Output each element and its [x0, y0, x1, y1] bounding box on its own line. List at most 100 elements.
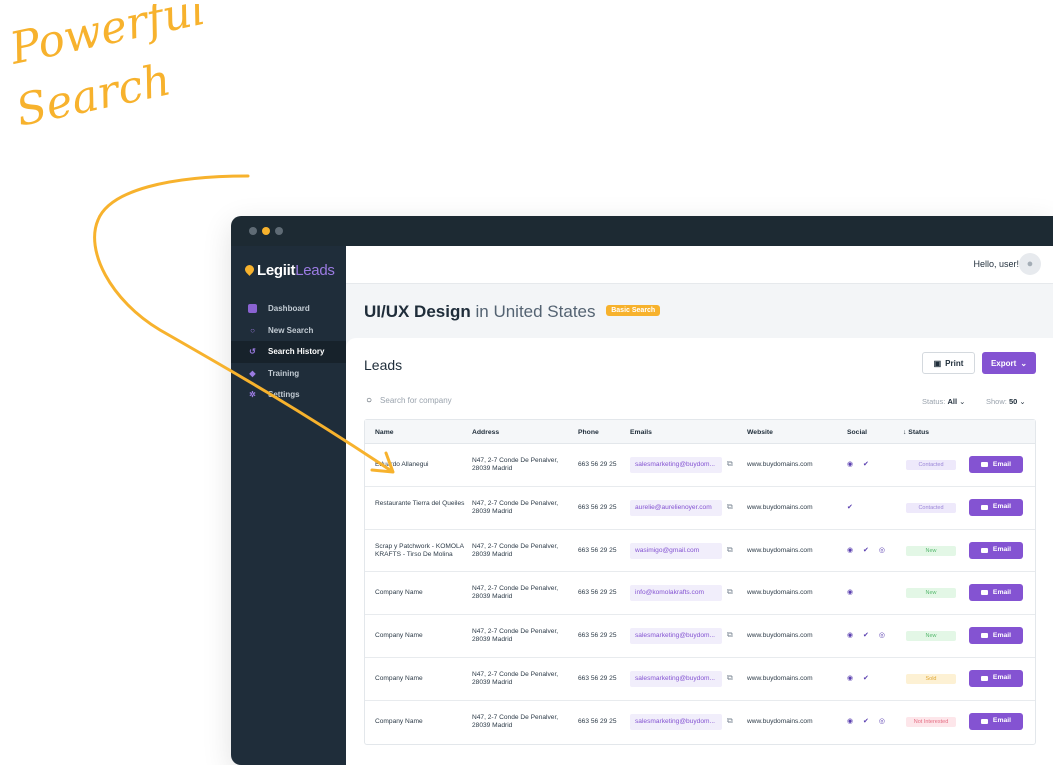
- table-header: Name Address Phone Emails Website Social…: [365, 420, 1035, 444]
- copy-icon[interactable]: ⧉: [727, 502, 733, 511]
- search-input[interactable]: Search for company: [380, 396, 452, 405]
- show-filter-value: 50: [1008, 397, 1018, 406]
- table-row[interactable]: Company Name N47, 2-7 Conde De Penalver, …: [365, 701, 1035, 744]
- app-logo[interactable]: LegiitLeads: [243, 262, 335, 279]
- export-button[interactable]: Export ⌄: [982, 352, 1036, 374]
- graduation-cap-icon: ◆: [249, 368, 256, 378]
- sidebar-item-dashboard[interactable]: Dashboard: [231, 298, 346, 320]
- copy-icon[interactable]: ⧉: [727, 631, 733, 639]
- search-icon: ○: [250, 325, 255, 335]
- lead-phone: 663 56 29 25: [578, 717, 617, 725]
- lead-address: N47, 2-7 Conde De Penalver, 28039 Madrid: [472, 585, 559, 601]
- lead-address: N47, 2-7 Conde De Penalver, 28039 Madrid: [472, 499, 559, 515]
- lead-website[interactable]: www.buydomains.com: [747, 718, 813, 726]
- status-badge: Contacted: [906, 460, 956, 470]
- lead-email[interactable]: salesmarketing@buydom...: [630, 457, 722, 473]
- email-button[interactable]: Email: [969, 669, 1023, 687]
- lead-email[interactable]: info@komolakrafts.com: [630, 585, 722, 602]
- status-badge: Not Interested: [906, 716, 956, 727]
- social-icons[interactable]: ◉ ✔: [847, 675, 873, 683]
- sidebar-item-settings[interactable]: ✲ Settings: [231, 384, 346, 406]
- copy-icon[interactable]: ⧉: [727, 545, 733, 554]
- lead-phone: 663 56 29 25: [578, 461, 617, 468]
- table-row[interactable]: Restaurante Tierra del Queiles N47, 2-7 C…: [365, 487, 1035, 530]
- social-icons[interactable]: ◉ ✔: [847, 461, 873, 469]
- lead-email[interactable]: salesmarketing@buydom...: [630, 670, 722, 687]
- email-button[interactable]: Email: [969, 541, 1023, 559]
- lead-website[interactable]: www.buydomains.com: [747, 632, 813, 640]
- lead-phone: 663 56 29 25: [578, 632, 617, 640]
- copy-icon[interactable]: ⧉: [727, 588, 733, 596]
- sidebar-item-training[interactable]: ◆ Training: [231, 363, 346, 385]
- chevron-down-icon: ⌄: [959, 397, 966, 406]
- envelope-icon: [980, 718, 988, 724]
- social-icons[interactable]: ◉: [847, 589, 857, 597]
- search-icon: ○: [366, 395, 373, 406]
- sidebar-item-label: Training: [268, 368, 300, 378]
- column-header-name[interactable]: Name: [375, 429, 394, 436]
- email-button[interactable]: Email: [969, 584, 1023, 602]
- envelope-icon: [980, 590, 988, 596]
- table-row[interactable]: Company Name N47, 2-7 Conde De Penalver, …: [365, 658, 1035, 701]
- table-row[interactable]: Eduardo Allanegui N47, 2-7 Conde De Penal…: [365, 444, 1035, 487]
- table-row[interactable]: Scrap y Patchwork - KOMOLA KRAFTS - Tirs…: [365, 530, 1035, 573]
- email-button[interactable]: Email: [969, 627, 1023, 645]
- email-button[interactable]: Email: [969, 456, 1023, 473]
- column-header-phone[interactable]: Phone: [578, 429, 599, 436]
- window-maximize-dot[interactable]: [275, 227, 283, 235]
- lead-address: N47, 2-7 Conde De Penalver, 28039 Madrid: [472, 670, 559, 686]
- sidebar-item-label: Search History: [268, 347, 325, 357]
- column-header-emails[interactable]: Emails: [630, 429, 652, 436]
- gear-icon: ✲: [249, 390, 256, 400]
- envelope-icon: [980, 675, 988, 681]
- copy-icon[interactable]: ⧉: [727, 460, 733, 468]
- sidebar-item-search-history[interactable]: ↺ Search History: [231, 341, 346, 363]
- lead-phone: 663 56 29 25: [578, 503, 617, 511]
- table-body: Eduardo Allanegui N47, 2-7 Conde De Penal…: [365, 444, 1035, 744]
- sidebar: LegiitLeads Dashboard ○ New Search ↺ Sea…: [231, 246, 346, 765]
- leads-panel: Leads ▣ Print Export ⌄ ○ Search for comp…: [346, 338, 1053, 765]
- lead-name: Restaurante Tierra del Queiles: [375, 499, 465, 507]
- lead-website[interactable]: www.buydomains.com: [747, 504, 813, 512]
- show-count-filter[interactable]: Show: 50 ⌄: [986, 397, 1026, 406]
- lead-website[interactable]: www.buydomains.com: [747, 547, 813, 555]
- copy-icon[interactable]: ⧉: [727, 716, 733, 725]
- column-header-status[interactable]: ↓ Status: [903, 429, 929, 436]
- email-button[interactable]: Email: [969, 712, 1023, 730]
- lead-email[interactable]: salesmarketing@buydom...: [630, 713, 722, 730]
- sidebar-item-new-search[interactable]: ○ New Search: [231, 320, 346, 342]
- lead-email[interactable]: wasimigo@gmail.com: [630, 542, 722, 559]
- status-filter-value: All: [947, 397, 958, 406]
- copy-icon[interactable]: ⧉: [727, 673, 733, 682]
- column-header-address[interactable]: Address: [472, 429, 499, 436]
- leads-title: Leads: [364, 357, 403, 373]
- company-search[interactable]: ○ Search for company: [366, 395, 452, 406]
- lead-name: Scrap y Patchwork - KOMOLA KRAFTS - Tirs…: [375, 542, 464, 558]
- lead-phone: 663 56 29 25: [578, 546, 617, 554]
- lead-email[interactable]: salesmarketing@buydom...: [630, 628, 722, 645]
- table-row[interactable]: Company Name N47, 2-7 Conde De Penalver, …: [365, 615, 1035, 658]
- lead-website[interactable]: www.buydomains.com: [747, 589, 813, 597]
- email-button[interactable]: Email: [969, 498, 1023, 516]
- leads-table: Name Address Phone Emails Website Social…: [364, 419, 1036, 745]
- social-icons[interactable]: ✔: [847, 504, 857, 512]
- lead-address: N47, 2-7 Conde De Penalver, 28039 Madrid: [472, 628, 559, 644]
- status-filter[interactable]: Status: All ⌄: [922, 397, 965, 406]
- lead-phone: 663 56 29 25: [578, 589, 617, 597]
- avatar[interactable]: ●: [1019, 253, 1041, 275]
- envelope-icon: [980, 504, 988, 510]
- lead-email[interactable]: aurelie@aurelienoyer.com: [630, 499, 722, 516]
- print-button-label: Print: [945, 358, 964, 368]
- location-pin-icon: [243, 263, 256, 276]
- window-close-dot[interactable]: [249, 227, 257, 235]
- table-row[interactable]: Company Name N47, 2-7 Conde De Penalver, …: [365, 572, 1035, 616]
- social-icons[interactable]: ◉ ✔ ◎: [847, 547, 889, 555]
- lead-website[interactable]: www.buydomains.com: [747, 675, 813, 683]
- column-header-website[interactable]: Website: [747, 429, 773, 436]
- column-header-social[interactable]: Social: [847, 429, 867, 436]
- window-minimize-dot[interactable]: [262, 227, 270, 235]
- social-icons[interactable]: ◉ ✔ ◎: [847, 718, 889, 726]
- print-button[interactable]: ▣ Print: [922, 352, 975, 374]
- social-icons[interactable]: ◉ ✔ ◎: [847, 632, 889, 640]
- lead-website[interactable]: www.buydomains.com: [747, 461, 813, 469]
